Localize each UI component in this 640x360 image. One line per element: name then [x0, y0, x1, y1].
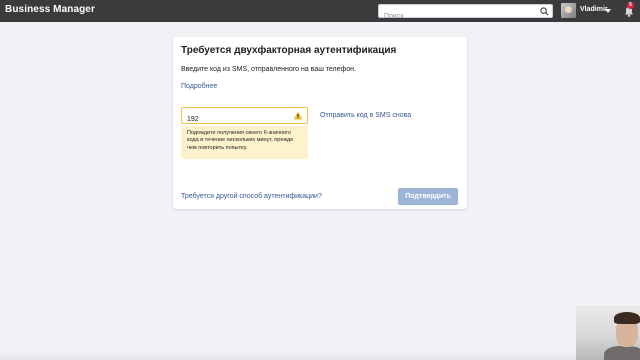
user-name[interactable]: Vladimir — [580, 6, 608, 13]
person-hair — [614, 312, 640, 324]
code-input[interactable] — [182, 112, 282, 127]
person-shoulder — [604, 346, 640, 360]
other-auth-method-link[interactable]: Требуется другой способ аутентификации? — [181, 193, 322, 200]
webcam-overlay — [576, 306, 640, 360]
learn-more-link[interactable]: Подробнее — [181, 83, 217, 90]
resend-sms-link[interactable]: Отправить код в SMS снова — [320, 112, 411, 119]
top-navigation-bar: Business Manager Vladimir 5 — [0, 0, 640, 23]
search-icon[interactable] — [540, 7, 549, 16]
page-bottom-shadow — [0, 350, 576, 360]
dialog-description: Введите код из SMS, отправленного на ваш… — [181, 66, 356, 73]
chevron-down-icon[interactable] — [605, 9, 611, 13]
two-factor-dialog: Требуется двухфакторная аутентификация В… — [173, 37, 467, 209]
code-field[interactable] — [181, 107, 308, 127]
warning-icon — [293, 111, 303, 120]
confirm-button[interactable]: Подтвердить — [398, 188, 458, 205]
search-input[interactable] — [379, 10, 529, 23]
search-box[interactable] — [378, 4, 553, 23]
app-brand[interactable]: Business Manager — [5, 4, 95, 15]
notification-badge: 5 — [627, 2, 634, 9]
dialog-title: Требуется двухфакторная аутентификация — [181, 45, 397, 56]
code-hint-tooltip: Подождите получения своего 6-значного ко… — [181, 126, 308, 159]
avatar[interactable] — [561, 3, 576, 18]
